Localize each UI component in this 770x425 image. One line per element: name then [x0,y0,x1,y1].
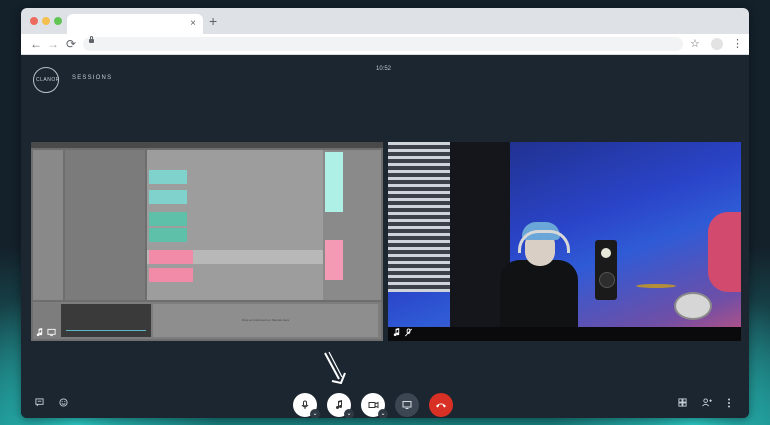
share-screen-button[interactable] [395,393,419,417]
speaker-tweeter [601,248,611,258]
sessions-app: CLANOR SESSIONS 10:52 Drop an Instrument… [21,55,749,418]
brand-name: SESSIONS [72,75,113,81]
camera-button[interactable]: ⌄ [361,393,388,418]
music-note-icon [35,328,44,337]
microphone-button[interactable]: ⌄ [293,393,320,418]
profile-avatar[interactable] [711,38,723,50]
back-icon[interactable]: ← [30,36,42,52]
mixer-slot [325,152,343,212]
close-tab-icon[interactable]: × [190,17,196,31]
forward-icon[interactable]: → [47,36,59,52]
browser-tab[interactable]: × [67,14,203,34]
add-person-icon[interactable] [702,398,712,407]
audio-clip [149,170,187,184]
screen-share-icon [402,401,412,409]
speaker-woofer [599,272,615,288]
end-call-button[interactable] [429,393,453,417]
audio-clip [149,250,193,264]
headphones [518,230,570,253]
meeting-clock: 10:52 [376,66,392,72]
microphone-icon [301,400,309,409]
mic-muted-icon [404,328,413,337]
chat-icon[interactable] [35,398,44,407]
window-blinds [388,142,450,292]
emoji-icon[interactable] [59,398,68,407]
browser-window: × + ← → ⟳ ☆ ⋮ CLANOR SESSIONS 10:52 Drop… [21,8,749,418]
eq-curve [66,312,146,331]
audio-clip [149,190,187,204]
reload-icon[interactable]: ⟳ [66,36,76,52]
daw-toolbar [31,142,383,148]
bookmark-star-icon[interactable]: ☆ [690,36,700,52]
logo: CLANOR [33,67,59,93]
music-mode-options-icon[interactable]: ⌄ [344,409,354,418]
audio-clip [149,268,193,282]
screen-icon [47,328,56,337]
studio-monitor [595,240,617,300]
daw-arrangement-view [147,150,323,300]
layout-grid-icon[interactable] [678,398,687,407]
video-camera-icon [368,401,378,409]
browser-toolbar: ← → ⟳ ☆ ⋮ [21,34,749,55]
red-light [708,212,741,292]
address-bar[interactable] [83,36,683,51]
camera-options-icon[interactable]: ⌄ [378,409,388,418]
camera-tile[interactable] [388,142,741,341]
drop-zone-text: Drop an Instrument or Sample Here [241,318,290,322]
arrow-annotation-icon [321,351,351,387]
music-mode-button[interactable]: ⌄ [327,393,354,418]
more-options-icon[interactable] [727,398,731,408]
browser-menu-icon[interactable]: ⋮ [732,36,743,52]
person-body [500,260,578,330]
audio-clip [149,212,187,226]
desk [388,327,741,341]
daw-drop-zone: Drop an Instrument or Sample Here [153,304,378,337]
microphone-options-icon[interactable]: ⌄ [310,409,320,418]
logo-text: CLANOR [36,77,60,83]
audio-clip [149,228,187,242]
mixer-slot [325,240,343,280]
daw-file-list [65,150,145,300]
music-note-icon [392,328,401,337]
daw-mixer [323,150,381,300]
music-note-icon [336,400,342,409]
lock-icon [89,36,94,43]
minimize-window-button[interactable] [42,17,50,25]
browser-titlebar: × + [21,8,749,34]
close-window-button[interactable] [30,17,38,25]
maximize-window-button[interactable] [54,17,62,25]
drum [674,292,712,320]
screen-share-tile[interactable]: Drop an Instrument or Sample Here [31,142,383,341]
new-tab-button[interactable]: + [209,13,217,29]
cymbal [636,284,676,288]
daw-browser-panel [33,150,63,300]
hang-up-icon [436,403,446,408]
